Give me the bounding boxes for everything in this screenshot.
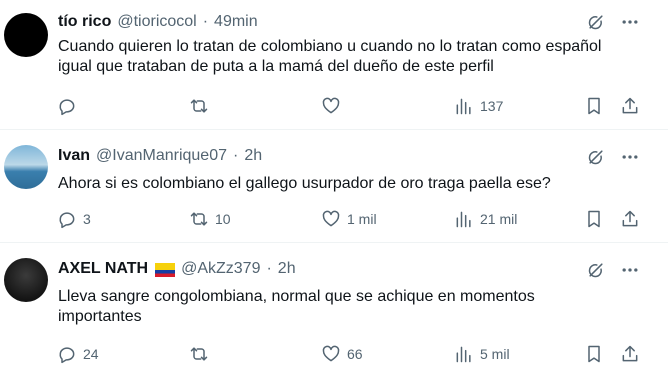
retweet-count: 10	[215, 211, 231, 227]
display-name[interactable]: tío rico	[58, 12, 111, 32]
bookmark-button[interactable]	[584, 207, 604, 231]
tweet[interactable]: AXEL NATH @AkZz379 · 2h Lleva sangre con…	[0, 244, 668, 388]
reply-button[interactable]: 24	[57, 342, 99, 366]
separator-dot: ·	[266, 260, 272, 277]
like-button[interactable]: 66	[321, 342, 363, 366]
user-handle[interactable]: @IvanManrique07	[96, 146, 227, 166]
display-name[interactable]: Ivan	[58, 146, 90, 166]
views-button[interactable]: 21 mil	[454, 207, 517, 231]
retweet-icon	[189, 344, 209, 364]
grok-icon[interactable]	[586, 260, 606, 280]
bookmark-icon	[584, 96, 604, 116]
reply-button[interactable]: 3	[57, 207, 91, 231]
like-button[interactable]: 1 mil	[321, 207, 377, 231]
action-bar: 24 66 5 mil	[0, 342, 668, 366]
more-icon[interactable]	[620, 12, 640, 32]
share-button[interactable]	[620, 342, 640, 366]
retweet-icon	[189, 209, 209, 229]
timestamp[interactable]: 2h	[278, 259, 296, 279]
tweet[interactable]: tío rico @tioricocol · 49min Cuando quie…	[0, 0, 668, 130]
reply-icon	[57, 96, 77, 116]
share-button[interactable]	[620, 207, 640, 231]
views-button[interactable]: 137	[454, 94, 503, 118]
views-icon	[454, 209, 474, 229]
tweet-header: Ivan @IvanManrique07 · 2h	[58, 146, 262, 166]
share-button[interactable]	[620, 94, 640, 118]
avatar[interactable]	[4, 145, 48, 189]
views-icon	[454, 344, 474, 364]
like-count: 66	[347, 346, 363, 362]
action-bar: 3 10 1 mil 21 mil	[0, 207, 668, 231]
reply-feed: tío rico @tioricocol · 49min Cuando quie…	[0, 0, 668, 388]
views-icon	[454, 96, 474, 116]
share-icon	[620, 344, 640, 364]
user-handle[interactable]: @AkZz379	[181, 259, 260, 279]
share-icon	[620, 209, 640, 229]
retweet-icon	[189, 96, 209, 116]
bookmark-icon	[584, 209, 604, 229]
tweet-header: AXEL NATH @AkZz379 · 2h	[58, 259, 296, 279]
avatar[interactable]	[4, 258, 48, 302]
views-count: 21 mil	[480, 211, 518, 227]
timestamp[interactable]: 2h	[244, 146, 262, 166]
retweet-button[interactable]	[189, 94, 215, 118]
retweet-button[interactable]: 10	[189, 207, 231, 231]
action-bar: 137	[0, 94, 668, 118]
grok-icon[interactable]	[586, 147, 606, 167]
top-actions	[586, 260, 640, 280]
share-icon	[620, 96, 640, 116]
bookmark-button[interactable]	[584, 94, 604, 118]
reply-count: 24	[83, 346, 99, 362]
avatar[interactable]	[4, 13, 48, 57]
more-icon[interactable]	[620, 260, 640, 280]
views-count: 5 mil	[480, 346, 510, 362]
separator-dot: ·	[202, 13, 209, 30]
reply-icon	[57, 209, 77, 229]
tweet-header: tío rico @tioricocol · 49min	[58, 12, 258, 32]
tweet[interactable]: Ivan @IvanManrique07 · 2h Ahora si es co…	[0, 131, 668, 243]
reply-button[interactable]	[57, 94, 83, 118]
ecuador-flag-emoji	[155, 263, 176, 277]
user-handle[interactable]: @tioricocol	[117, 12, 196, 32]
like-icon	[321, 209, 341, 229]
tweet-text: Cuando quieren lo tratan de colombiano u…	[58, 38, 602, 75]
grok-icon[interactable]	[586, 12, 606, 32]
tweet-text: Lleva sangre congolombiana, normal que s…	[58, 288, 535, 325]
top-actions	[586, 147, 640, 167]
like-icon	[321, 344, 341, 364]
reply-icon	[57, 344, 77, 364]
reply-count: 3	[83, 211, 91, 227]
retweet-button[interactable]	[189, 342, 215, 366]
views-count: 137	[480, 98, 504, 114]
timestamp[interactable]: 49min	[214, 12, 258, 32]
bookmark-button[interactable]	[584, 342, 604, 366]
more-icon[interactable]	[620, 147, 640, 167]
like-icon	[321, 96, 341, 116]
separator-dot: ·	[233, 147, 239, 164]
display-name[interactable]: AXEL NATH	[58, 259, 148, 279]
like-count: 1 mil	[347, 211, 377, 227]
bookmark-icon	[584, 344, 604, 364]
tweet-text: Ahora si es colombiano el gallego usurpa…	[58, 175, 551, 192]
like-button[interactable]	[321, 94, 347, 118]
views-button[interactable]: 5 mil	[454, 342, 510, 366]
top-actions	[586, 12, 640, 32]
